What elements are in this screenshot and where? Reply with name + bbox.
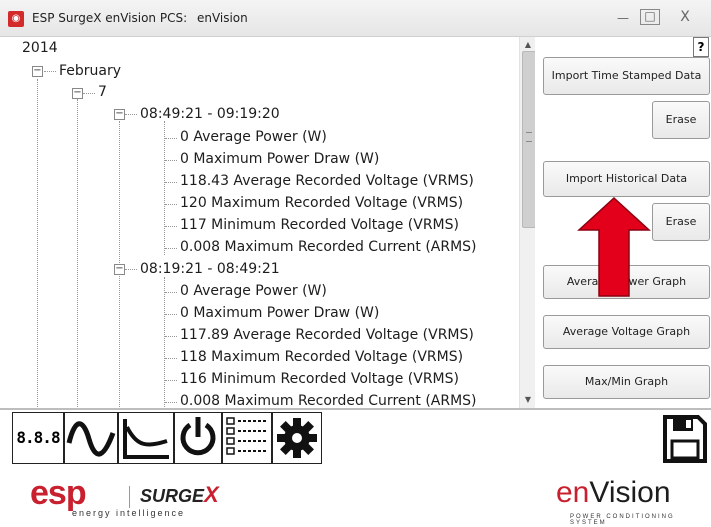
tree-scrollbar[interactable]: ▲ ▼	[519, 37, 536, 408]
tree-line	[125, 114, 137, 115]
average-voltage-graph-label: Average Voltage Graph	[562, 325, 691, 338]
data-tree[interactable]: 2014 − February − 7 − 08:49:21 - 09:19:2…	[18, 37, 519, 408]
tree-line	[164, 277, 165, 408]
tree-leaf-reading[interactable]: 120 Maximum Recorded Voltage (VRMS)	[180, 193, 463, 213]
app-icon: ◉	[8, 11, 24, 27]
power-icon	[180, 417, 216, 456]
tree-leaf-reading[interactable]: 0 Average Power (W)	[180, 127, 327, 147]
tree-leaf-reading[interactable]: 0 Average Power (W)	[180, 281, 327, 301]
close-button[interactable]: X	[672, 8, 698, 26]
tree-node-month[interactable]: February	[59, 61, 121, 81]
red-arrow-icon	[577, 196, 651, 297]
tree-line	[165, 292, 177, 293]
tree-line	[165, 182, 177, 183]
tree-leaf-reading[interactable]: 118 Maximum Recorded Voltage (VRMS)	[180, 347, 463, 367]
tree-leaf-reading[interactable]: 0 Maximum Power Draw (W)	[180, 303, 379, 323]
tree-line	[165, 314, 177, 315]
save-button[interactable]	[662, 414, 708, 464]
tree-line	[165, 336, 177, 337]
digital-display-icon: 8.8.8	[16, 428, 60, 447]
envision-logo-rest: Vision	[589, 476, 671, 509]
tree-line	[83, 93, 95, 94]
envision-logo-en: en	[556, 476, 590, 509]
help-button[interactable]: ?	[693, 37, 709, 57]
data-list-icon	[226, 417, 267, 455]
import-time-stamped-label: Import Time Stamped Data	[551, 69, 702, 82]
collapse-toggle-session[interactable]: −	[114, 264, 125, 275]
tree-line	[125, 269, 137, 270]
scroll-down-arrow-icon[interactable]: ▼	[520, 392, 536, 408]
tree-node-session[interactable]: 08:19:21 - 08:49:21	[140, 259, 280, 279]
tree-line	[44, 71, 56, 72]
import-historical-button[interactable]: Import Historical Data	[543, 161, 710, 197]
collapse-toggle-month[interactable]: −	[32, 66, 43, 77]
title-bar: ◉ ESP SurgeX enVision PCS: enVision — □ …	[0, 0, 711, 37]
collapse-toggle-day[interactable]: −	[72, 88, 83, 99]
tree-node-session[interactable]: 08:49:21 - 09:19:20	[140, 104, 280, 124]
scrollbar-thumb[interactable]	[522, 51, 536, 228]
tree-leaf-reading[interactable]: 117.89 Average Recorded Voltage (VRMS)	[180, 325, 474, 345]
tree-leaf-reading[interactable]: 117 Minimum Recorded Voltage (VRMS)	[180, 215, 459, 235]
maxmin-graph-button[interactable]: Max/Min Graph	[543, 365, 710, 399]
scrollbar-grip-icon	[526, 132, 532, 142]
gear-icon	[277, 418, 317, 458]
trend-graph-button[interactable]	[118, 412, 174, 464]
tree-line	[77, 99, 78, 408]
tree-leaf-reading[interactable]: 116 Minimum Recorded Voltage (VRMS)	[180, 369, 459, 389]
decay-curve-icon	[123, 419, 169, 459]
power-button[interactable]	[174, 412, 222, 464]
tree-leaf-reading[interactable]: 0 Maximum Power Draw (W)	[180, 149, 379, 169]
average-voltage-graph-button[interactable]: Average Voltage Graph	[543, 315, 710, 349]
import-time-stamped-button[interactable]: Import Time Stamped Data	[543, 57, 710, 95]
tree-node-year[interactable]: 2014	[22, 38, 58, 58]
tree-line	[165, 226, 177, 227]
waveform-button[interactable]	[64, 412, 118, 464]
esp-tagline: energy intelligence	[72, 508, 186, 518]
surgex-logo: SURGEX	[140, 482, 219, 508]
tree-line	[165, 402, 177, 403]
window-title-app: ESP SurgeX enVision PCS:	[32, 11, 188, 25]
tree-line	[37, 79, 38, 408]
surgex-logo-text: SURGE	[140, 486, 205, 506]
erase-label: Erase	[665, 113, 697, 126]
tree-node-day[interactable]: 7	[98, 82, 107, 102]
surgex-logo-x: X	[204, 482, 219, 507]
erase-timestamped-button[interactable]: Erase	[652, 101, 710, 139]
digital-display-button[interactable]: 8.8.8	[12, 412, 64, 464]
app-window: ◉ ESP SurgeX enVision PCS: enVision — □ …	[0, 0, 711, 527]
tree-line	[165, 358, 177, 359]
tree-line	[165, 138, 177, 139]
tree-leaf-reading[interactable]: 118.43 Average Recorded Voltage (VRMS)	[180, 171, 474, 191]
sine-wave-icon	[66, 421, 116, 457]
tree-line	[165, 248, 177, 249]
window-title: ESP SurgeX enVision PCS: enVision	[32, 11, 248, 25]
envision-tagline: POWER CONDITIONING SYSTEM	[570, 514, 675, 526]
tree-line	[165, 160, 177, 161]
erase-historical-button[interactable]: Erase	[652, 203, 710, 241]
logo-divider	[129, 486, 130, 508]
tree-leaf-reading[interactable]: 0.008 Maximum Recorded Current (ARMS)	[180, 237, 477, 257]
maxmin-graph-label: Max/Min Graph	[584, 375, 669, 388]
envision-logo: enVision	[556, 476, 671, 510]
erase-label: Erase	[665, 215, 697, 228]
tree-leaf-reading[interactable]: 0.008 Maximum Recorded Current (ARMS)	[180, 391, 477, 408]
minimize-button[interactable]: —	[612, 8, 634, 28]
settings-button[interactable]	[272, 412, 322, 464]
collapse-toggle-session[interactable]: −	[114, 109, 125, 120]
maximize-button[interactable]: □	[640, 9, 660, 25]
tree-line	[165, 380, 177, 381]
tree-line	[165, 204, 177, 205]
import-historical-label: Import Historical Data	[565, 172, 688, 185]
save-icon	[663, 415, 707, 463]
tree-line	[164, 121, 165, 255]
data-list-button[interactable]	[222, 412, 272, 464]
window-title-name: enVision	[196, 11, 248, 25]
